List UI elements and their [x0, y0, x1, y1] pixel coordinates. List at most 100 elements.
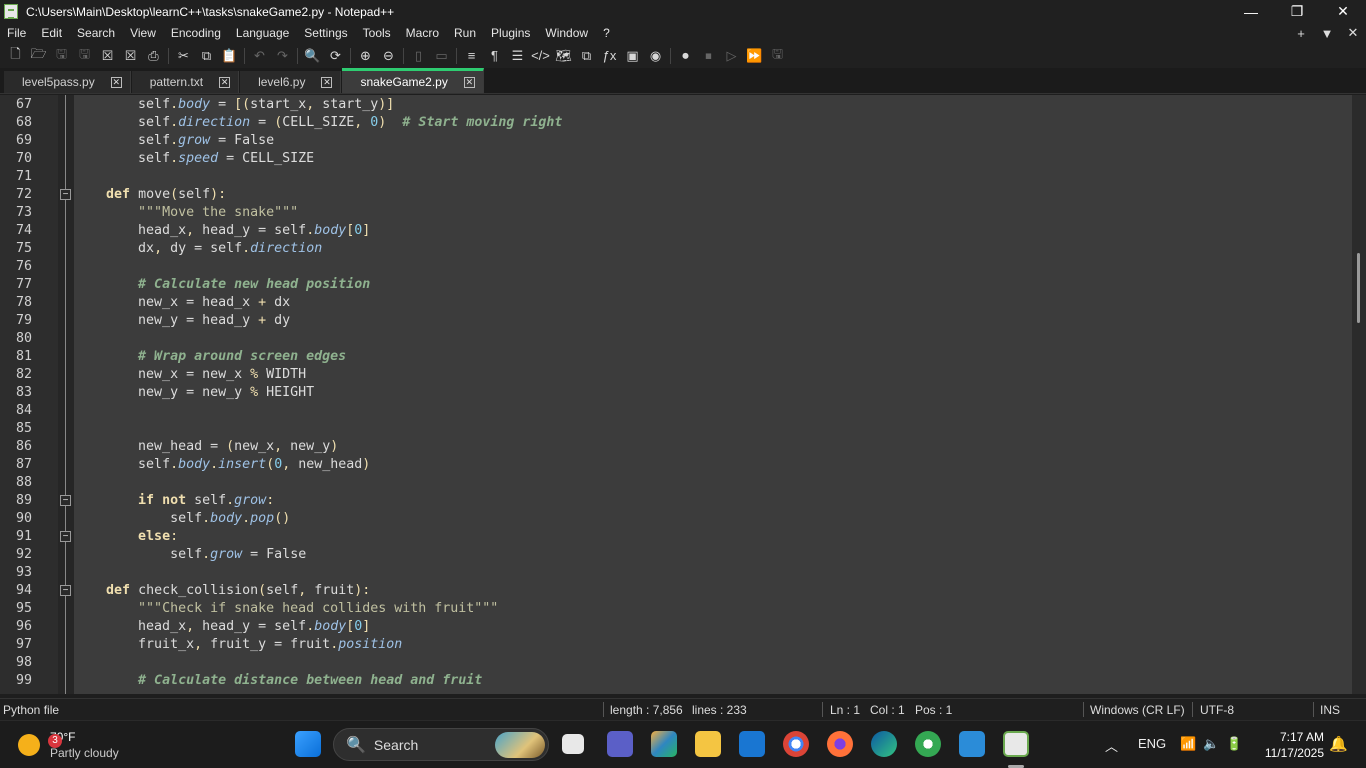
- menu-run[interactable]: Run: [447, 26, 484, 40]
- print-icon[interactable]: ⎙: [142, 46, 165, 66]
- menu-window[interactable]: Window: [538, 26, 596, 40]
- menu-macro[interactable]: Macro: [399, 26, 447, 40]
- battery-icon[interactable]: 🔋: [1226, 736, 1242, 752]
- language-indicator[interactable]: ENG: [1138, 736, 1166, 751]
- tab-close-icon[interactable]: ✕: [219, 76, 231, 88]
- tab-close-icon[interactable]: ✕: [463, 76, 475, 88]
- close-button[interactable]: ✕: [1320, 0, 1366, 23]
- fold-toggle-icon[interactable]: −: [60, 585, 71, 596]
- code-line[interactable]: self.body.pop(): [74, 510, 290, 528]
- menu-encoding[interactable]: Encoding: [164, 26, 229, 40]
- menu-tools[interactable]: Tools: [356, 26, 399, 40]
- close-file-icon[interactable]: ☒: [96, 46, 119, 66]
- save-icon[interactable]: 🖫: [50, 46, 73, 66]
- minimize-button[interactable]: —: [1228, 0, 1274, 23]
- word-wrap-icon[interactable]: ≡: [460, 46, 483, 66]
- code-line[interactable]: else:: [74, 528, 178, 546]
- redo-icon[interactable]: ↷: [271, 46, 294, 66]
- start-windows-icon[interactable]: [295, 731, 321, 757]
- zoom-out-icon[interactable]: ⊖: [377, 46, 400, 66]
- weather-widget[interactable]: 3 70°F Partly cloudy: [18, 729, 119, 761]
- document-map-icon[interactable]: 🗺: [552, 46, 575, 66]
- save-all-icon[interactable]: 🖫: [73, 46, 96, 66]
- sync-horizontal-icon[interactable]: ▭: [430, 46, 453, 66]
- code-line[interactable]: new_y = head_y + dy: [74, 312, 290, 330]
- code-line[interactable]: fruit_x, fruit_y = fruit.position: [74, 636, 402, 654]
- chrome-icon[interactable]: [783, 731, 809, 757]
- code-line[interactable]: new_y = new_y % HEIGHT: [74, 384, 314, 402]
- fold-toggle-icon[interactable]: −: [60, 189, 71, 200]
- close-all-icon[interactable]: ☒: [119, 46, 142, 66]
- fold-toggle-icon[interactable]: −: [60, 531, 71, 542]
- firefox-icon[interactable]: [827, 731, 853, 757]
- menu-file[interactable]: File: [0, 26, 34, 40]
- code-line[interactable]: head_x, head_y = self.body[0]: [74, 618, 370, 636]
- code-line[interactable]: # Wrap around screen edges: [74, 348, 346, 366]
- tab-list-dropdown-icon[interactable]: ▼: [1314, 26, 1340, 41]
- record-macro-icon[interactable]: ⏺: [674, 46, 697, 66]
- code-line[interactable]: # Calculate distance between head and fr…: [74, 672, 482, 690]
- taskbar-search[interactable]: 🔍 Search: [333, 728, 549, 761]
- tab-close-icon[interactable]: ✕: [110, 76, 122, 88]
- close-document-icon[interactable]: ✕: [1340, 25, 1366, 41]
- find-icon[interactable]: 🔍: [301, 46, 324, 66]
- menu-edit[interactable]: Edit: [34, 26, 70, 40]
- scrollbar-thumb[interactable]: [1357, 253, 1360, 323]
- teams-icon[interactable]: [607, 731, 633, 757]
- task-view-icon[interactable]: [562, 734, 584, 754]
- cut-icon[interactable]: ✂: [172, 46, 195, 66]
- menu-view[interactable]: View: [123, 26, 164, 40]
- volume-icon[interactable]: 🔈: [1203, 736, 1219, 752]
- microsoft-store-icon[interactable]: [739, 731, 765, 757]
- code-line[interactable]: self.body = [(start_x, start_y)]: [74, 96, 394, 114]
- code-line[interactable]: self.grow = False: [74, 132, 274, 150]
- code-line[interactable]: self.direction = (CELL_SIZE, 0) # Start …: [74, 114, 562, 132]
- menu-settings[interactable]: Settings: [297, 26, 355, 40]
- code-line[interactable]: self.speed = CELL_SIZE: [74, 150, 314, 168]
- menu-language[interactable]: Language: [229, 26, 297, 40]
- chrome-profile-icon[interactable]: [915, 731, 941, 757]
- show-all-chars-icon[interactable]: ¶: [483, 46, 506, 66]
- open-file-icon[interactable]: 🗁: [27, 46, 50, 66]
- code-line[interactable]: # Calculate new head position: [74, 276, 370, 294]
- code-line[interactable]: self.grow = False: [74, 546, 306, 564]
- fold-toggle-icon[interactable]: −: [60, 495, 71, 506]
- copy-icon[interactable]: ⧉: [195, 46, 218, 66]
- run-macro-multiple-icon[interactable]: ⏩: [743, 46, 766, 66]
- paste-icon[interactable]: 📋: [218, 46, 241, 66]
- menu-plugins[interactable]: Plugins: [484, 26, 538, 40]
- replace-icon[interactable]: ⟳: [324, 46, 347, 66]
- tab-level6[interactable]: level6.py ✕: [240, 71, 342, 93]
- show-hidden-icons-icon[interactable]: ︿: [1105, 736, 1118, 755]
- code-line[interactable]: head_x, head_y = self.body[0]: [74, 222, 370, 240]
- code-line[interactable]: new_x = head_x + dx: [74, 294, 290, 312]
- tab-pattern[interactable]: pattern.txt ✕: [131, 71, 240, 93]
- folder-workspace-icon[interactable]: ▣: [621, 46, 644, 66]
- undo-icon[interactable]: ↶: [248, 46, 271, 66]
- notepadpp-taskbar-icon[interactable]: [1003, 731, 1029, 757]
- tab-level5pass[interactable]: level5pass.py ✕: [4, 71, 131, 93]
- tab-close-icon[interactable]: ✕: [321, 76, 333, 88]
- code-line[interactable]: self.body.insert(0, new_head): [74, 456, 370, 474]
- copilot-icon[interactable]: [651, 731, 677, 757]
- vertical-scrollbar[interactable]: [1352, 95, 1366, 694]
- code-line[interactable]: def move(self):: [74, 186, 226, 204]
- edge-icon[interactable]: [871, 731, 897, 757]
- code-line[interactable]: new_x = new_x % WIDTH: [74, 366, 306, 384]
- tab-snakegame2[interactable]: snakeGame2.py ✕: [342, 68, 484, 93]
- zoom-in-icon[interactable]: ⊕: [354, 46, 377, 66]
- code-line[interactable]: dx, dy = self.direction: [74, 240, 322, 258]
- xml-tag-icon[interactable]: </>: [529, 46, 552, 66]
- document-list-icon[interactable]: ⧉: [575, 46, 598, 66]
- code-area[interactable]: self.body = [(start_x, start_y)] self.di…: [74, 95, 1352, 694]
- code-line[interactable]: new_head = (new_x, new_y): [74, 438, 338, 456]
- menu-search[interactable]: Search: [70, 26, 123, 40]
- code-line[interactable]: """Check if snake head collides with fru…: [74, 600, 498, 618]
- new-tab-plus-icon[interactable]: +: [1288, 26, 1314, 41]
- maximize-button[interactable]: ❐: [1274, 0, 1320, 23]
- menu-help[interactable]: ?: [596, 26, 618, 40]
- function-list-icon[interactable]: ƒx: [598, 46, 621, 66]
- system-clock[interactable]: 7:17 AM 11/17/2025: [1265, 729, 1324, 761]
- code-line[interactable]: def check_collision(self, fruit):: [74, 582, 370, 600]
- photos-icon[interactable]: [959, 731, 985, 757]
